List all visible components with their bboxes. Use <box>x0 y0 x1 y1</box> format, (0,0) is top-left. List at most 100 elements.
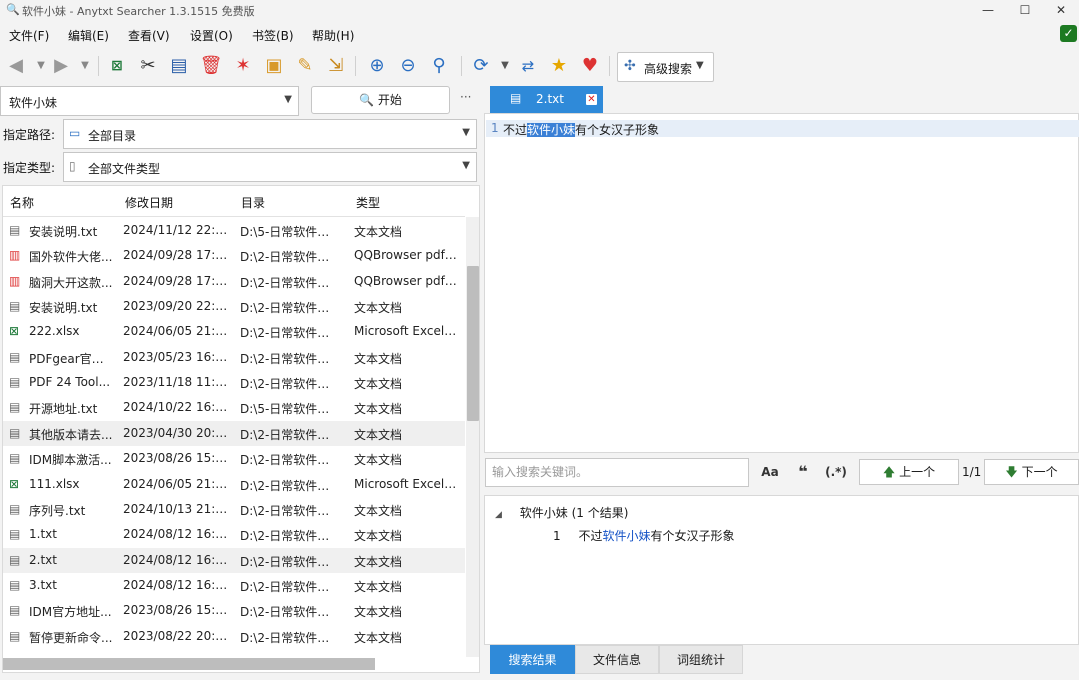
table-row[interactable]: ▤ PDF 24 Tool... 2023/11/18 11:1... D:\2-日常… <box>3 370 465 395</box>
refresh-icon[interactable]: ⟳ <box>468 53 494 79</box>
table-row[interactable]: ▤ PDFgear官司... 2023/05/23 16:5... D:\2-日常软件… <box>3 345 465 370</box>
file-directory: D:\2-日常软件推... <box>240 377 338 392</box>
edit-document-icon[interactable]: ✎ <box>292 53 318 79</box>
column-date[interactable]: 修改日期 <box>125 194 173 211</box>
file-directory: D:\2-日常软件推... <box>240 630 338 645</box>
file-directory: D:\2-日常软件推... <box>240 427 338 442</box>
regex-button[interactable]: (.*) <box>821 459 851 485</box>
table-row[interactable]: ▤ 3.txt 2024/08/12 16:3... D:\2-日常软件推... 文本文… <box>3 573 465 598</box>
table-row[interactable]: ⊠ 222.xlsx 2024/06/05 21:5... D:\2-日常软件推...… <box>3 319 465 344</box>
whole-word-button[interactable]: ❝ <box>788 459 818 485</box>
text-file-icon: ▤ <box>9 603 21 618</box>
type-value: 全部文件类型 <box>88 162 161 176</box>
vertical-scroll-thumb[interactable] <box>467 266 479 421</box>
export-excel-icon[interactable]: ⊠ <box>104 53 130 79</box>
toolbar-divider <box>461 56 462 76</box>
previous-match-button[interactable]: 🡅 上一个 <box>859 459 959 485</box>
menu-settings[interactable]: 设置(O) <box>190 27 233 44</box>
match-case-button[interactable]: Aa <box>755 459 785 485</box>
keyword-combobox[interactable]: 软件小妹 ▼ <box>0 86 299 116</box>
minimize-button[interactable]: — <box>970 1 1006 19</box>
find-field[interactable] <box>485 458 749 487</box>
menu-help[interactable]: 帮助(H) <box>312 27 354 44</box>
table-row[interactable]: ▤ 2.txt 2024/08/12 16:3... D:\2-日常软件推... 文本文… <box>3 547 465 573</box>
cut-icon[interactable]: ✂ <box>135 53 161 79</box>
table-row[interactable]: ▤ 序列号.txt 2024/10/13 21:1... D:\2-日常软件推... 文… <box>3 497 465 522</box>
file-name: 安装说明.txt <box>29 301 98 316</box>
heart-icon[interactable]: ♥ <box>577 53 603 79</box>
file-type: 文本文档 <box>354 579 403 594</box>
result-group[interactable]: ◢ 软件小妹 (1 个结果) <box>495 504 628 521</box>
path-label: 指定路径: <box>3 128 56 142</box>
forward-dropdown-icon[interactable]: ▼ <box>72 53 98 79</box>
start-search-button[interactable]: 🔍 开始 <box>311 86 450 114</box>
translate-icon[interactable]: ⇄ <box>515 53 541 79</box>
chevron-down-icon[interactable]: ▼ <box>284 94 292 105</box>
zoom-out-icon[interactable]: ⊖ <box>395 53 421 79</box>
column-name[interactable]: 名称 <box>10 194 34 211</box>
chevron-down-icon[interactable]: ▼ <box>462 160 470 171</box>
delete-icon[interactable]: 🗑 <box>198 53 224 79</box>
line-number: 1 <box>491 121 499 135</box>
table-row[interactable]: ▤ 安装说明.txt 2024/11/12 22:3... D:\5-日常软件推...… <box>3 218 465 243</box>
filter-icon: ✣ <box>624 58 636 74</box>
forward-icon[interactable]: ▶ <box>48 53 74 79</box>
type-label: 指定类型: <box>3 161 56 175</box>
column-directory[interactable]: 目录 <box>241 194 265 211</box>
chevron-down-icon: ▼ <box>696 60 704 71</box>
type-combobox[interactable]: ▯ 全部文件类型 ▼ <box>63 152 477 182</box>
document-line: 1 不过软件小妹有个女汉子形象 <box>486 120 1079 137</box>
open-folder-icon[interactable]: ▣ <box>261 53 287 79</box>
document-viewer[interactable]: 1 不过软件小妹有个女汉子形象 <box>484 113 1079 453</box>
file-name: IDM脚本激活... <box>29 453 112 468</box>
column-type[interactable]: 类型 <box>356 194 380 211</box>
file-type: QQBrowser pdf ... <box>354 248 458 263</box>
file-date: 2023/11/18 11:1... <box>123 375 229 390</box>
result-text-before: 不过 <box>578 529 603 543</box>
table-row[interactable]: ▥ 国外软件大佬... 2024/09/28 17:5... D:\2-日常软件推..… <box>3 243 465 268</box>
menu-view[interactable]: 查看(V) <box>128 27 170 44</box>
text-before: 不过 <box>503 123 528 137</box>
copy-icon[interactable]: ▤ <box>166 53 192 79</box>
find-input[interactable] <box>490 464 740 480</box>
star-icon[interactable]: ★ <box>546 53 572 79</box>
tab-phrase-stats[interactable]: 词组统计 <box>659 645 743 674</box>
match-count: 1/1 <box>962 465 982 479</box>
search-icon[interactable]: ⚲ <box>426 53 452 79</box>
chevron-down-icon[interactable]: ▼ <box>462 127 470 138</box>
collapse-icon[interactable]: ◢ <box>495 510 502 520</box>
table-row[interactable]: ⊠ 111.xlsx 2024/06/05 21:5... D:\2-日常软件推...… <box>3 472 465 497</box>
table-row[interactable]: ▤ 安装说明.txt 2023/09/20 22:0... D:\2-日常软件推...… <box>3 294 465 319</box>
table-row[interactable]: ▤ 开源地址.txt 2024/10/22 16:2... D:\5-日常软件推...… <box>3 395 465 420</box>
more-options-button[interactable]: ··· <box>460 90 471 104</box>
advanced-search-label: 高级搜索 <box>644 62 693 76</box>
file-name: 222.xlsx <box>29 324 80 339</box>
horizontal-scroll-thumb[interactable] <box>3 658 375 670</box>
table-row[interactable]: ▤ 1.txt 2024/08/12 16:3... D:\2-日常软件推... 文本文… <box>3 522 465 547</box>
path-combobox[interactable]: ▭ 全部目录 ▼ <box>63 119 477 149</box>
document-icon: ▤ <box>510 91 522 105</box>
table-row[interactable]: ▤ 其他版本请去... 2023/04/30 20:1... D:\2-日常软件推..… <box>3 420 465 446</box>
table-row[interactable]: ▤ IDM脚本激活... 2023/08/26 15:4... D:\2-日常软件推.… <box>3 446 465 471</box>
table-row[interactable]: ▤ 暂停更新命令... 2023/08/22 20:3... D:\2-日常软件推..… <box>3 624 465 649</box>
table-row[interactable]: ▤ IDM官方地址... 2023/08/26 15:4... D:\2-日常软件推.… <box>3 598 465 623</box>
result-item[interactable]: 1 不过软件小妹有个女汉子形象 <box>553 527 735 544</box>
zoom-in-icon[interactable]: ⊕ <box>364 53 390 79</box>
advanced-search-button[interactable]: ✣ 高级搜索 ▼ <box>617 52 714 82</box>
menu-file[interactable]: 文件(F) <box>9 27 49 44</box>
back-icon[interactable]: ◀ <box>3 53 29 79</box>
file-type: 文本文档 <box>354 605 403 620</box>
maximize-button[interactable]: ☐ <box>1007 1 1043 19</box>
tab-document[interactable]: ▤ 2.txt ✕ <box>490 86 603 113</box>
export-document-icon[interactable]: ⇲ <box>323 53 349 79</box>
menu-edit[interactable]: 编辑(E) <box>68 27 109 44</box>
next-match-button[interactable]: 🡇 下一个 <box>984 459 1079 485</box>
table-row[interactable]: ▥ 脑洞大开这款... 2024/09/28 17:5... D:\2-日常软件推..… <box>3 269 465 294</box>
close-button[interactable]: ✕ <box>1043 1 1079 19</box>
tab-search-results[interactable]: 搜索结果 <box>490 645 575 674</box>
tab-file-info[interactable]: 文件信息 <box>575 645 659 674</box>
clean-icon[interactable]: ✶ <box>230 53 256 79</box>
close-icon[interactable]: ✕ <box>586 94 597 105</box>
menu-bookmarks[interactable]: 书签(B) <box>252 27 294 44</box>
file-directory: D:\2-日常软件推... <box>240 554 338 569</box>
